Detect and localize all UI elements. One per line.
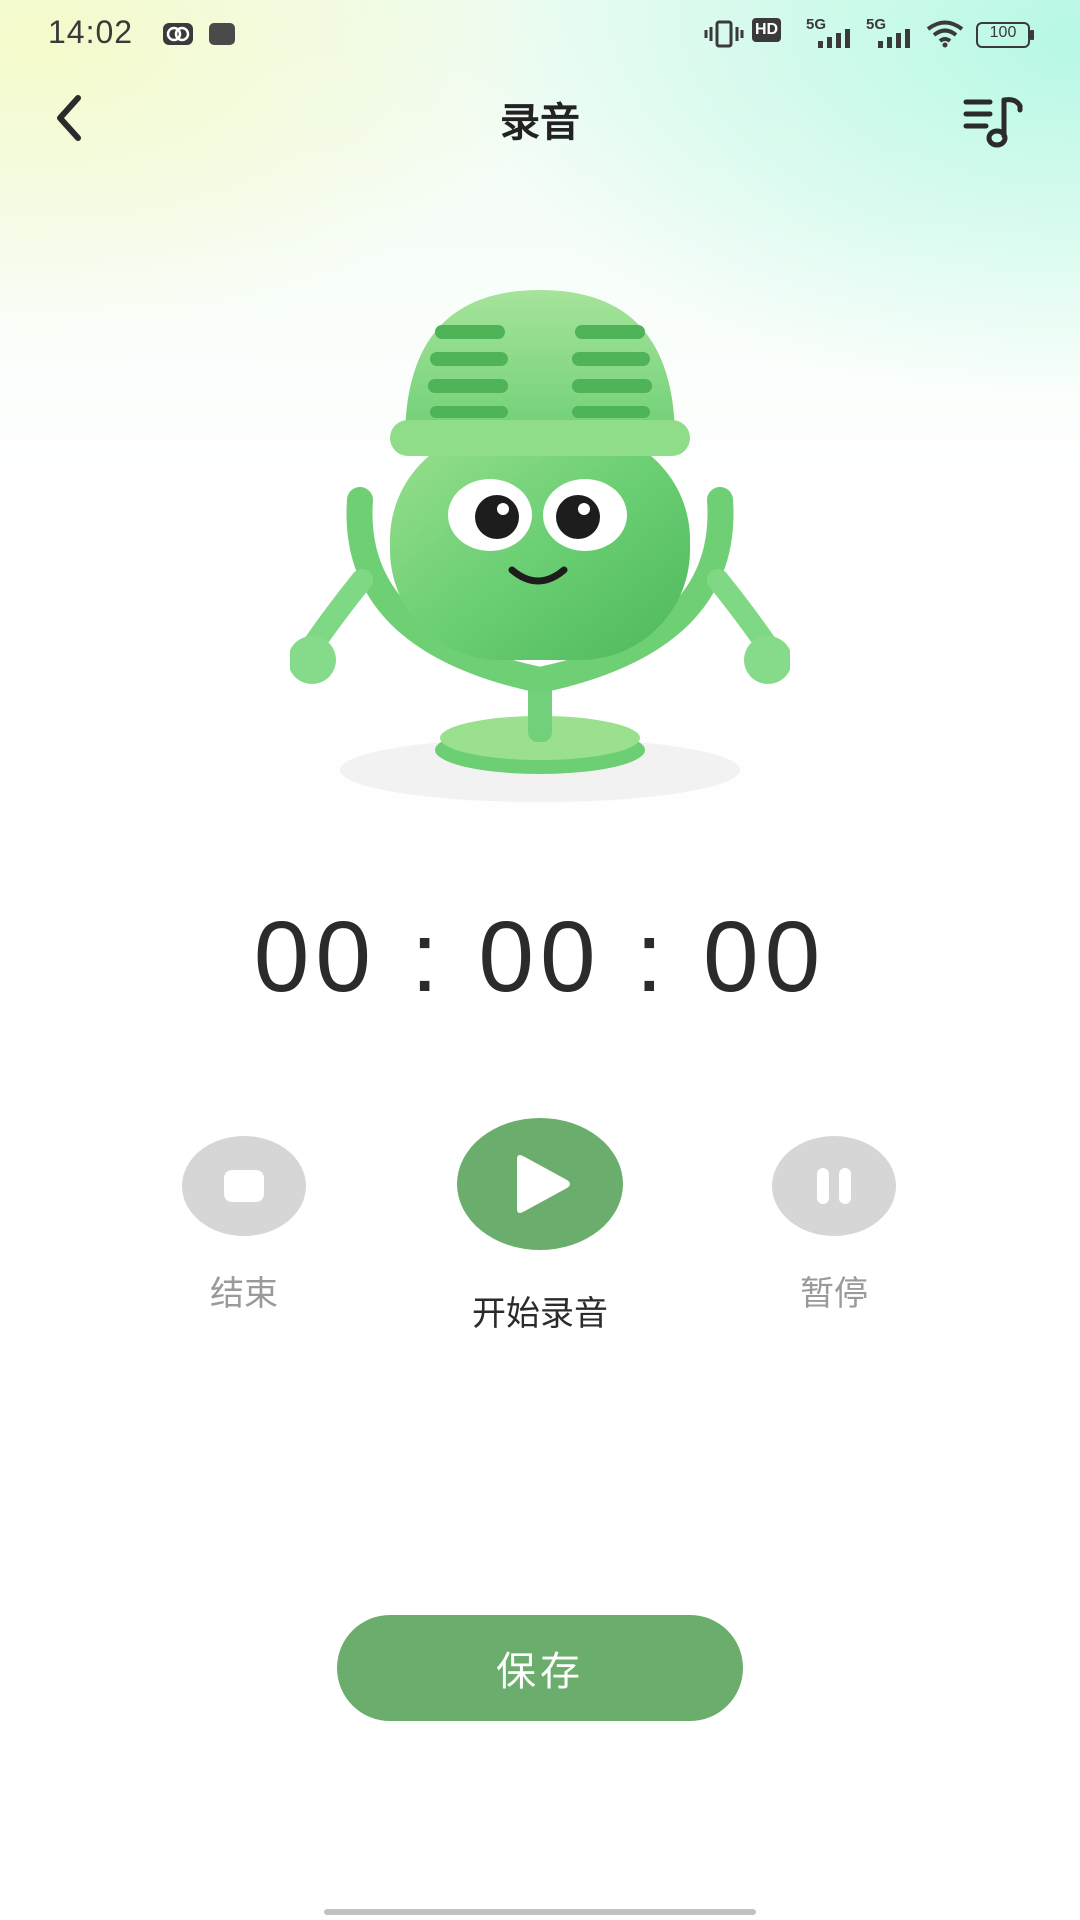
play-icon: [517, 1155, 570, 1213]
wifi-icon: [926, 20, 964, 48]
stop-button[interactable]: [182, 1136, 306, 1236]
vibrate-icon: [704, 20, 744, 48]
stop-icon: [224, 1170, 264, 1202]
playlist-music-icon: [963, 97, 1023, 148]
microphone-mascot-illustration: [290, 290, 790, 810]
pause-label: 暂停: [800, 1274, 868, 1314]
status-time: 14:02: [48, 14, 134, 50]
pause-icon: [817, 1168, 851, 1204]
signal-5g-icon: 5G: [866, 16, 914, 50]
status-bar: 14:02 HD 5G 5G 100: [0, 0, 1080, 70]
home-indicator[interactable]: [324, 1909, 756, 1915]
record-button[interactable]: [457, 1118, 623, 1250]
recording-timer: 00 : 00 : 00: [253, 901, 827, 1013]
pause-button[interactable]: [772, 1136, 896, 1236]
signal-5g-icon: 5G: [806, 16, 854, 50]
record-label: 开始录音: [472, 1294, 608, 1334]
pause-control[interactable]: 暂停: [758, 1118, 910, 1315]
app-header: 录音: [0, 70, 1080, 160]
page-title: 录音: [500, 100, 580, 146]
stop-label: 结束: [210, 1274, 278, 1314]
save-button[interactable]: 保存: [337, 1615, 743, 1721]
stop-control[interactable]: 结束: [168, 1118, 320, 1315]
record-control[interactable]: 开始录音: [430, 1118, 650, 1335]
hd-voice-icon: HD: [752, 18, 796, 48]
recordings-list-button[interactable]: [960, 84, 1030, 154]
sim-card-icon: [163, 23, 193, 45]
battery-icon: 100: [976, 22, 1034, 48]
notification-icon: [209, 23, 235, 45]
